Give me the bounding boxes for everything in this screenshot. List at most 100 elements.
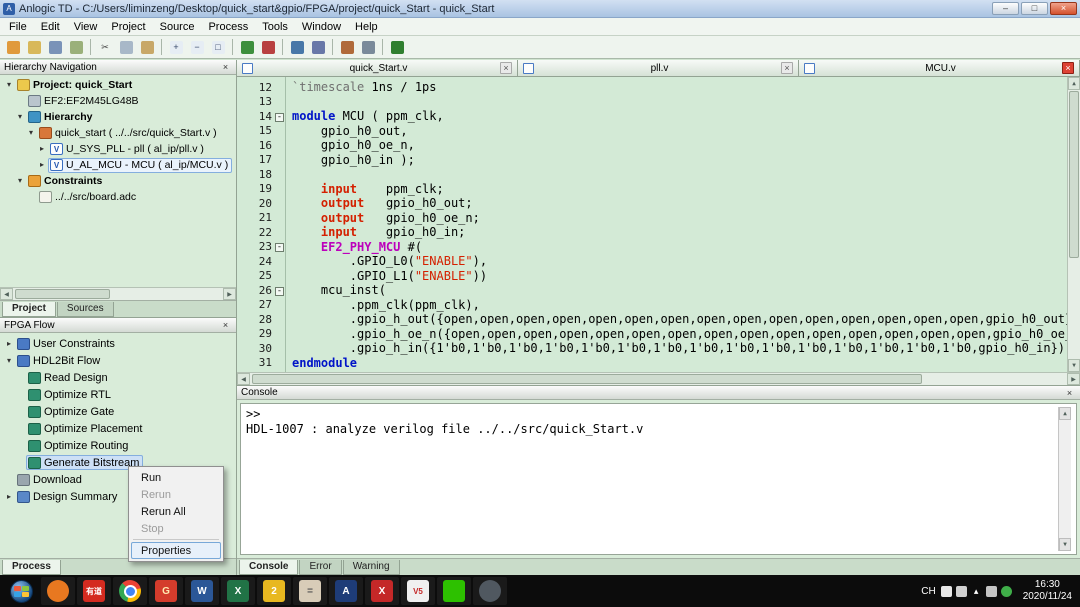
flow-tab-process[interactable]: Process bbox=[2, 560, 61, 575]
close-tab-icon[interactable]: × bbox=[500, 62, 512, 74]
grid-icon[interactable] bbox=[358, 38, 378, 57]
menu-item-source[interactable]: Source bbox=[153, 20, 202, 34]
console-tab-warning[interactable]: Warning bbox=[343, 560, 400, 575]
scroll-right-icon[interactable]: ▶ bbox=[223, 288, 236, 300]
open-file-icon[interactable] bbox=[24, 38, 44, 57]
screenshot-tool-icon[interactable] bbox=[473, 577, 507, 605]
paste-icon[interactable] bbox=[137, 38, 157, 57]
hierarchy-hscrollbar[interactable]: ◀ ▶ bbox=[0, 287, 236, 300]
editor-hscroll-thumb[interactable] bbox=[252, 374, 922, 384]
tree-item[interactable]: ▾HDL2Bit Flow bbox=[0, 352, 236, 369]
scroll-down-icon[interactable]: ▼ bbox=[1068, 359, 1080, 372]
expander-icon[interactable]: ▾ bbox=[25, 129, 37, 137]
input-language-indicator[interactable]: CH bbox=[921, 586, 935, 597]
tree-item[interactable]: Optimize RTL bbox=[0, 386, 236, 403]
context-menu-item-run[interactable]: Run bbox=[131, 469, 221, 486]
scroll-right-icon[interactable]: ▶ bbox=[1067, 373, 1080, 385]
tree-item[interactable]: Read Design bbox=[0, 369, 236, 386]
show-hidden-icons[interactable]: ▴ bbox=[971, 586, 982, 597]
expander-icon[interactable]: ▾ bbox=[3, 357, 15, 365]
tree-item[interactable]: ▾Project: quick_Start bbox=[0, 77, 236, 93]
expander-icon[interactable]: ▸ bbox=[3, 493, 15, 501]
editor-hscrollbar[interactable]: ◀ ▶ bbox=[237, 372, 1080, 385]
report-icon[interactable] bbox=[308, 38, 328, 57]
spreadsheet-icon[interactable]: X bbox=[221, 577, 255, 605]
stop-flow-icon[interactable] bbox=[258, 38, 278, 57]
chart-icon[interactable] bbox=[287, 38, 307, 57]
zoom-in-icon[interactable]: + bbox=[166, 38, 186, 57]
context-menu-item-properties[interactable]: Properties bbox=[131, 542, 221, 559]
scroll-up-icon[interactable]: ▲ bbox=[1068, 77, 1080, 90]
menu-item-file[interactable]: File bbox=[2, 20, 34, 34]
youdao-dict-icon[interactable]: 有道 bbox=[77, 577, 111, 605]
tree-item[interactable]: ../../src/board.adc bbox=[0, 189, 236, 205]
fold-marker-icon[interactable]: - bbox=[274, 283, 285, 298]
fold-marker-icon[interactable]: - bbox=[274, 240, 285, 255]
code-editor[interactable]: 121314-151617181920212223-242526-2728293… bbox=[237, 77, 1080, 372]
security-status-icon[interactable] bbox=[1001, 586, 1012, 597]
media-tool-icon[interactable]: X bbox=[365, 577, 399, 605]
volume-icon[interactable] bbox=[956, 586, 967, 597]
tree-item[interactable]: ▸U_AL_MCU - MCU ( al_ip/MCU.v ) bbox=[0, 157, 236, 173]
ime-icon[interactable] bbox=[941, 586, 952, 597]
hscroll-thumb[interactable] bbox=[15, 289, 110, 299]
minimize-button[interactable]: – bbox=[992, 2, 1019, 15]
menu-item-help[interactable]: Help bbox=[348, 20, 385, 34]
hierarchy-panel-close-icon[interactable]: × bbox=[219, 61, 232, 73]
scroll-left-icon[interactable]: ◀ bbox=[0, 288, 13, 300]
console-vscroll-track[interactable] bbox=[1059, 420, 1071, 538]
menu-item-project[interactable]: Project bbox=[104, 20, 152, 34]
editor-tab-mcu.v[interactable]: MCU.v× bbox=[799, 60, 1080, 76]
cut-icon[interactable]: ✂ bbox=[95, 38, 115, 57]
tree-item[interactable]: ▸U_SYS_PLL - pll ( al_ip/pll.v ) bbox=[0, 141, 236, 157]
zoom-out-icon[interactable]: − bbox=[187, 38, 207, 57]
save-icon[interactable] bbox=[45, 38, 65, 57]
start-button[interactable] bbox=[2, 576, 40, 606]
editor-hscroll-track[interactable] bbox=[250, 373, 1067, 385]
editor-tab-pll.v[interactable]: pll.v× bbox=[518, 60, 799, 76]
copy-icon[interactable] bbox=[116, 38, 136, 57]
title-bar[interactable]: A Anlogic TD - C:/Users/liminzeng/Deskto… bbox=[0, 0, 1080, 18]
expander-icon[interactable]: ▸ bbox=[36, 145, 48, 153]
maximize-button[interactable]: □ bbox=[1021, 2, 1048, 15]
tree-item[interactable]: Optimize Routing bbox=[0, 437, 236, 454]
wechat-icon[interactable] bbox=[437, 577, 471, 605]
console-tab-console[interactable]: Console bbox=[239, 560, 298, 575]
tree-item[interactable]: EF2:EF2M45LG48B bbox=[0, 93, 236, 109]
editor-code[interactable]: `timescale 1ns / 1psmodule MCU ( ppm_clk… bbox=[285, 77, 1067, 372]
design-tool-icon[interactable]: A bbox=[329, 577, 363, 605]
expander-icon[interactable]: ▸ bbox=[36, 161, 48, 169]
scroll-up-icon[interactable]: ▲ bbox=[1059, 407, 1071, 420]
word-icon[interactable]: W bbox=[185, 577, 219, 605]
presentation-icon[interactable]: 2 bbox=[257, 577, 291, 605]
taskbar-clock[interactable]: 16:30 2020/11/24 bbox=[1017, 579, 1072, 603]
menu-item-window[interactable]: Window bbox=[295, 20, 348, 34]
expander-icon[interactable]: ▾ bbox=[14, 177, 26, 185]
save-all-icon[interactable] bbox=[66, 38, 86, 57]
chrome-icon[interactable] bbox=[113, 577, 147, 605]
program-device-icon[interactable] bbox=[387, 38, 407, 57]
fold-marker-icon[interactable]: - bbox=[274, 109, 285, 124]
expander-icon[interactable]: ▾ bbox=[14, 113, 26, 121]
editor-tab-quick_start.v[interactable]: quick_Start.v× bbox=[237, 60, 518, 76]
menu-item-process[interactable]: Process bbox=[201, 20, 255, 34]
expander-icon[interactable]: ▾ bbox=[3, 81, 15, 89]
tree-item[interactable]: ▾quick_start ( ../../src/quick_Start.v ) bbox=[0, 125, 236, 141]
tree-item[interactable]: ▸User Constraints bbox=[0, 335, 236, 352]
vscroll-track[interactable] bbox=[1068, 90, 1080, 359]
scroll-left-icon[interactable]: ◀ bbox=[237, 373, 250, 385]
console-panel-close-icon[interactable]: × bbox=[1063, 387, 1076, 399]
v5-tool-icon[interactable]: V5 bbox=[401, 577, 435, 605]
close-tab-icon[interactable]: × bbox=[781, 62, 793, 74]
scroll-down-icon[interactable]: ▼ bbox=[1059, 538, 1071, 551]
context-menu-item-rerun-all[interactable]: Rerun All bbox=[131, 503, 221, 520]
run-flow-icon[interactable] bbox=[237, 38, 257, 57]
hierarchy-tab-project[interactable]: Project bbox=[2, 302, 56, 317]
fold-minus-icon[interactable]: - bbox=[275, 243, 284, 252]
calculator-icon[interactable]: = bbox=[293, 577, 327, 605]
network-icon[interactable] bbox=[986, 586, 997, 597]
close-button[interactable]: × bbox=[1050, 2, 1077, 15]
fpga-flow-panel-close-icon[interactable]: × bbox=[219, 319, 232, 331]
hscroll-track[interactable] bbox=[13, 288, 223, 300]
fold-minus-icon[interactable]: - bbox=[275, 113, 284, 122]
